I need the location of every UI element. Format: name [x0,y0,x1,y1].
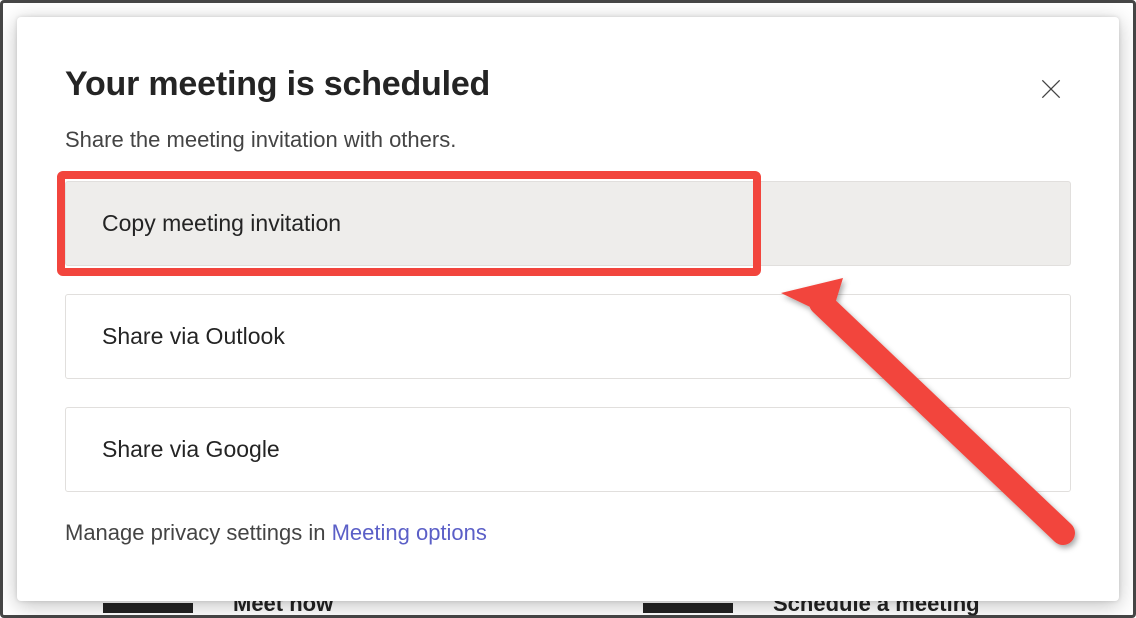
dialog-header: Your meeting is scheduled [65,65,1071,109]
highlighted-option-wrap: Copy meeting invitation [65,181,1071,266]
background-decoration [643,603,733,613]
dialog-title: Your meeting is scheduled [65,65,490,104]
share-google-button[interactable]: Share via Google [65,407,1071,492]
meeting-options-link[interactable]: Meeting options [332,520,487,545]
close-button[interactable] [1031,69,1071,109]
window-frame: Meet now Schedule a meeting Your meeting… [0,0,1136,618]
copy-invitation-button[interactable]: Copy meeting invitation [65,181,1071,266]
footer-prefix: Manage privacy settings in [65,520,332,545]
close-icon [1038,76,1064,102]
share-options: Copy meeting invitation Share via Outloo… [65,181,1071,492]
background-decoration [103,603,193,613]
share-outlook-button[interactable]: Share via Outlook [65,294,1071,379]
footer-text: Manage privacy settings in Meeting optio… [65,520,1071,546]
dialog-subtitle: Share the meeting invitation with others… [65,127,1071,153]
meeting-scheduled-dialog: Your meeting is scheduled Share the meet… [17,17,1119,601]
